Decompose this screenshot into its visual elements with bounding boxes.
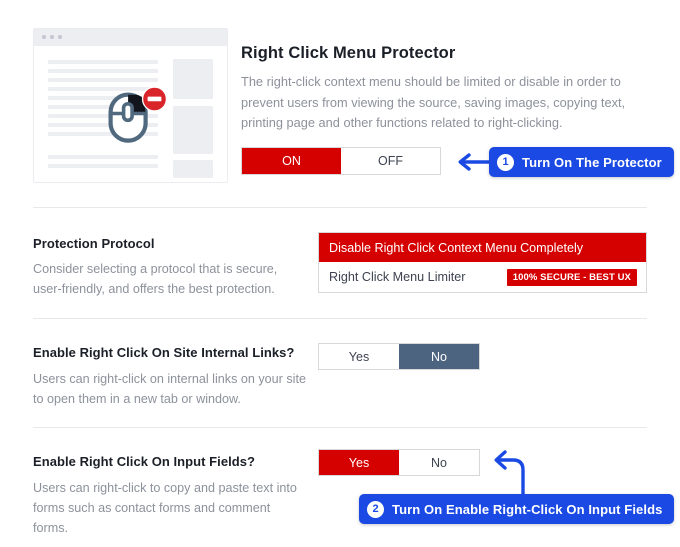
placeholder-text-line [48, 69, 158, 73]
protector-toggle[interactable]: ON OFF [241, 147, 441, 175]
section-divider [33, 207, 647, 208]
callout-2-label: Turn On Enable Right-Click On Input Fiel… [392, 501, 663, 517]
window-dot-icon [50, 35, 54, 39]
internal-links-toggle-yes[interactable]: Yes [319, 344, 399, 369]
placeholder-text-line [48, 164, 158, 168]
placeholder-text-line [48, 155, 158, 159]
page-description: The right-click context menu should be l… [241, 74, 626, 130]
input-fields-toggle-no[interactable]: No [399, 450, 479, 475]
window-dot-icon [42, 35, 46, 39]
page-title: Right Click Menu Protector [241, 44, 456, 62]
input-fields-toggle-yes[interactable]: Yes [319, 450, 399, 475]
protocol-selected-value[interactable]: Disable Right Click Context Menu Complet… [319, 233, 646, 262]
internal-links-description: Users can right-click on internal links … [33, 372, 306, 406]
window-dot-icon [58, 35, 62, 39]
input-fields-toggle[interactable]: Yes No [318, 449, 480, 476]
placeholder-block [173, 106, 213, 154]
callout-1-arrow-icon [455, 152, 493, 177]
protector-toggle-on[interactable]: ON [242, 148, 341, 174]
protector-toggle-off[interactable]: OFF [341, 148, 440, 174]
protocol-option-limiter[interactable]: Right Click Menu Limiter 100% SECURE - B… [319, 262, 646, 292]
section-divider [33, 427, 647, 428]
protocol-option-label: Right Click Menu Limiter [329, 270, 466, 284]
callout-1-label: Turn On The Protector [522, 154, 662, 170]
right-click-disabled-illustration [33, 28, 228, 183]
protocol-option-badge: 100% SECURE - BEST UX [506, 268, 637, 286]
placeholder-block [173, 59, 213, 99]
input-fields-description: Users can right-click to copy and paste … [33, 481, 297, 535]
internal-links-toggle[interactable]: Yes No [318, 343, 480, 370]
internal-links-toggle-no[interactable]: No [399, 344, 479, 369]
protection-protocol-label: Protection Protocol [33, 236, 155, 251]
callout-step-1: 1 Turn On The Protector [489, 147, 674, 177]
callout-step-2: 2 Turn On Enable Right-Click On Input Fi… [359, 494, 675, 524]
placeholder-text-line [48, 60, 158, 64]
hero-section: Right Click Menu Protector The right-cli… [0, 0, 680, 200]
input-fields-label: Enable Right Click On Input Fields? [33, 454, 256, 469]
protection-protocol-select[interactable]: Disable Right Click Context Menu Complet… [318, 232, 647, 293]
mouse-no-right-click-icon [108, 82, 168, 144]
internal-links-label: Enable Right Click On Site Internal Link… [33, 345, 295, 360]
section-divider [33, 318, 647, 319]
callout-1-number: 1 [497, 153, 514, 171]
placeholder-block [173, 160, 213, 178]
callout-2-number: 2 [367, 500, 384, 518]
hero-text-block: Right Click Menu Protector The right-cli… [241, 44, 641, 134]
browser-title-bar [34, 29, 227, 46]
protection-protocol-description: Consider selecting a protocol that is se… [33, 262, 278, 296]
